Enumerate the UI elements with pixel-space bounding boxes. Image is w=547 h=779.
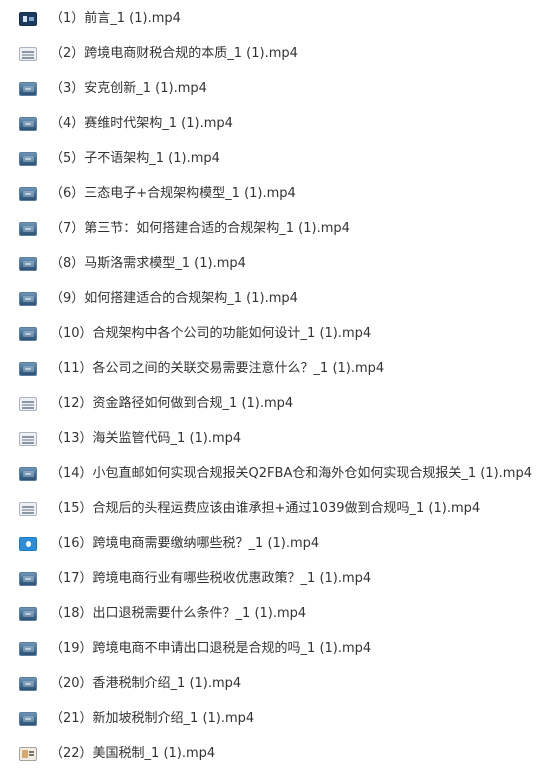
file-name: （3）安克创新_1 (1).mp4 [50, 81, 207, 96]
file-name: （4）赛维时代架构_1 (1).mp4 [50, 116, 233, 131]
video-file-icon [19, 642, 37, 656]
file-item[interactable]: （8）马斯洛需求模型_1 (1).mp4 [0, 248, 547, 280]
file-item[interactable]: （16）跨境电商需要缴纳哪些税？_1 (1).mp4 [0, 528, 547, 560]
video-file-icon [19, 292, 37, 306]
video-file-icon [19, 537, 37, 551]
video-file-icon [19, 257, 37, 271]
file-name: （14）小包直邮如何实现合规报关Q2FBA仓和海外仓如何实现合规报关_1 (1)… [50, 466, 532, 481]
video-file-icon [19, 502, 37, 516]
video-file-icon [19, 572, 37, 586]
video-file-icon [19, 12, 37, 26]
video-file-icon [19, 607, 37, 621]
video-file-icon [19, 747, 37, 761]
file-item[interactable]: （5）子不语架构_1 (1).mp4 [0, 143, 547, 175]
file-item[interactable]: （21）新加坡税制介绍_1 (1).mp4 [0, 703, 547, 735]
video-file-icon [19, 82, 37, 96]
video-file-icon [19, 222, 37, 236]
file-name: （2）跨境电商财税合规的本质_1 (1).mp4 [50, 46, 298, 61]
file-name: （21）新加坡税制介绍_1 (1).mp4 [50, 711, 255, 726]
file-name: （16）跨境电商需要缴纳哪些税？_1 (1).mp4 [50, 536, 320, 551]
file-name: （17）跨境电商行业有哪些税收优惠政策？_1 (1).mp4 [50, 571, 372, 586]
file-item[interactable]: （11）各公司之间的关联交易需要注意什么？_1 (1).mp4 [0, 353, 547, 385]
file-item[interactable]: （3）安克创新_1 (1).mp4 [0, 73, 547, 105]
file-item[interactable]: （22）美国税制_1 (1).mp4 [0, 738, 547, 770]
file-name: （8）马斯洛需求模型_1 (1).mp4 [50, 256, 246, 271]
file-name: （9）如何搭建适合的合规架构_1 (1).mp4 [50, 291, 298, 306]
file-name: （5）子不语架构_1 (1).mp4 [50, 151, 220, 166]
video-file-icon [19, 712, 37, 726]
file-item[interactable]: （1）前言_1 (1).mp4 [0, 3, 547, 35]
file-name: （15）合规后的头程运费应该由谁承担+通过1039做到合规吗_1 (1).mp4 [50, 501, 481, 516]
file-item[interactable]: （7）第三节：如何搭建合适的合规架构_1 (1).mp4 [0, 213, 547, 245]
video-file-icon [19, 152, 37, 166]
video-file-icon [19, 47, 37, 61]
file-name: （12）资金路径如何做到合规_1 (1).mp4 [50, 396, 294, 411]
video-file-icon [19, 397, 37, 411]
file-name: （6）三态电子+合规架构模型_1 (1).mp4 [50, 186, 296, 201]
file-name: （18）出口退税需要什么条件？_1 (1).mp4 [50, 606, 307, 621]
file-item[interactable]: （10）合规架构中各个公司的功能如何设计_1 (1).mp4 [0, 318, 547, 350]
file-item[interactable]: （18）出口退税需要什么条件？_1 (1).mp4 [0, 598, 547, 630]
video-file-icon [19, 327, 37, 341]
file-item[interactable]: （13）海关监管代码_1 (1).mp4 [0, 423, 547, 455]
file-item[interactable]: （2）跨境电商财税合规的本质_1 (1).mp4 [0, 38, 547, 70]
file-item[interactable]: （4）赛维时代架构_1 (1).mp4 [0, 108, 547, 140]
file-name: （20）香港税制介绍_1 (1).mp4 [50, 676, 242, 691]
file-item[interactable]: （20）香港税制介绍_1 (1).mp4 [0, 668, 547, 700]
file-name: （7）第三节：如何搭建合适的合规架构_1 (1).mp4 [50, 221, 350, 236]
video-file-icon [19, 432, 37, 446]
file-name: （19）跨境电商不申请出口退税是合规的吗_1 (1).mp4 [50, 641, 372, 656]
file-list: （1）前言_1 (1).mp4 （2）跨境电商财税合规的本质_1 (1).mp4 （… [0, 0, 547, 779]
file-item[interactable]: （19）跨境电商不申请出口退税是合规的吗_1 (1).mp4 [0, 633, 547, 665]
video-file-icon [19, 362, 37, 376]
file-name: （13）海关监管代码_1 (1).mp4 [50, 431, 242, 446]
file-name: （1）前言_1 (1).mp4 [50, 11, 181, 26]
file-item[interactable]: （14）小包直邮如何实现合规报关Q2FBA仓和海外仓如何实现合规报关_1 (1)… [0, 458, 547, 490]
file-name: （10）合规架构中各个公司的功能如何设计_1 (1).mp4 [50, 326, 372, 341]
video-file-icon [19, 677, 37, 691]
video-file-icon [19, 187, 37, 201]
file-item[interactable]: （17）跨境电商行业有哪些税收优惠政策？_1 (1).mp4 [0, 563, 547, 595]
video-file-icon [19, 117, 37, 131]
file-item[interactable]: （15）合规后的头程运费应该由谁承担+通过1039做到合规吗_1 (1).mp4 [0, 493, 547, 525]
file-name: （11）各公司之间的关联交易需要注意什么？_1 (1).mp4 [50, 361, 385, 376]
file-item[interactable]: （12）资金路径如何做到合规_1 (1).mp4 [0, 388, 547, 420]
video-file-icon [19, 467, 37, 481]
file-item[interactable]: （9）如何搭建适合的合规架构_1 (1).mp4 [0, 283, 547, 315]
file-name: （22）美国税制_1 (1).mp4 [50, 746, 216, 761]
file-item[interactable]: （6）三态电子+合规架构模型_1 (1).mp4 [0, 178, 547, 210]
